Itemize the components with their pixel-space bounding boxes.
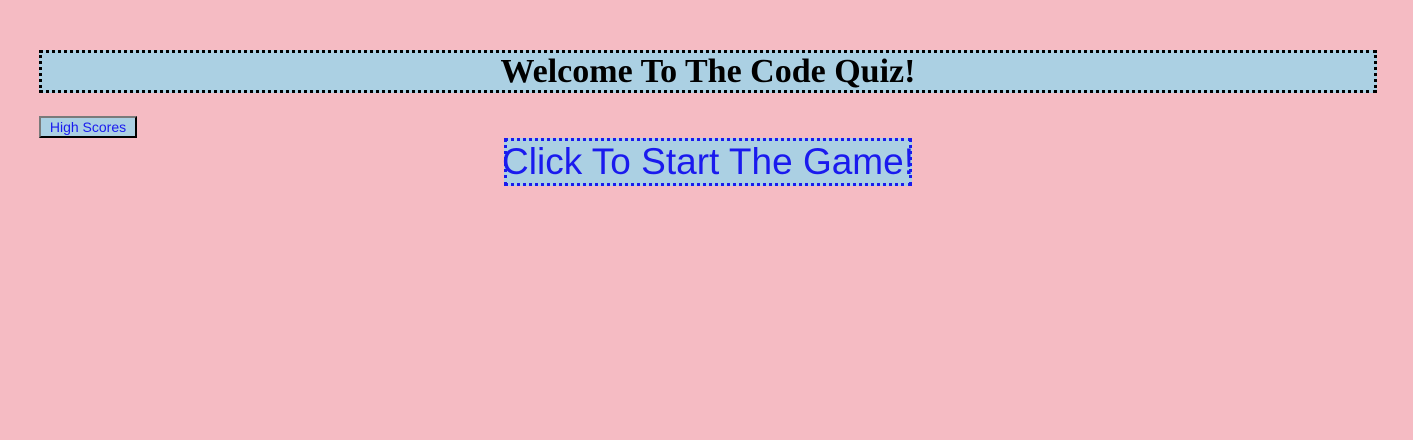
page-title: Welcome To The Code Quiz! [500,52,916,90]
title-banner: Welcome To The Code Quiz! [39,50,1377,93]
start-game-button[interactable]: Click To Start The Game! [502,138,914,186]
high-scores-button[interactable]: High Scores [39,116,137,138]
